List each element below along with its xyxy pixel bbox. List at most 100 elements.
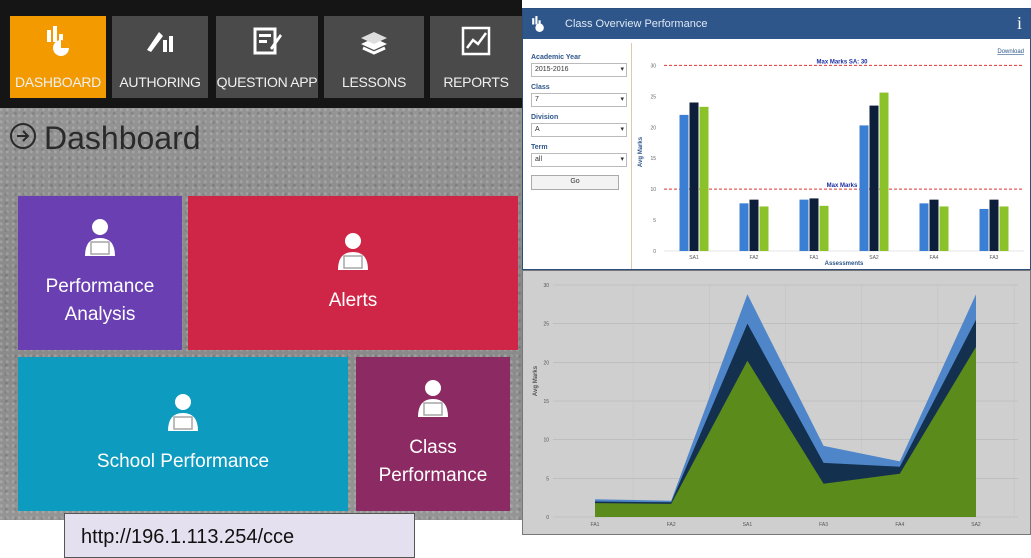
tile-class-performance[interactable]: Class Performance	[356, 357, 510, 511]
dropdown-arrow-icon: ▾	[620, 126, 624, 133]
nav-item-authoring[interactable]: AUTHORING	[112, 16, 208, 98]
y-tick-label: 0	[546, 515, 549, 521]
arrow-right-circle-icon[interactable]	[8, 121, 38, 156]
panel-title: Class Overview Performance	[565, 18, 708, 30]
y-tick-label: 15	[543, 399, 549, 405]
user-laptop-icon	[415, 379, 451, 424]
area-chart: 0 5 10 15 20 25 30 Avg Marks FA1 FA2 SA1 FA3 FA4 SA2	[533, 283, 1018, 528]
url-text: http://196.1.113.254/cce	[81, 526, 295, 548]
bar	[989, 199, 999, 251]
bar	[999, 206, 1009, 251]
top-navigation: DASHBOARD AUTHORING QUESTION APP LESSONS…	[0, 0, 522, 108]
info-icon[interactable]: i	[1017, 13, 1022, 34]
url-caption: http://196.1.113.254/cce	[64, 513, 415, 558]
y-tick-label: 25	[650, 94, 656, 100]
nav-item-dashboard[interactable]: DASHBOARD	[10, 16, 106, 98]
bar-chart: Download 0 5 10 15 20 25 30 Avg Marks Assessments…	[638, 49, 1024, 267]
bar	[809, 198, 819, 251]
nav-item-label: LESSONS	[341, 74, 407, 90]
bar	[749, 199, 759, 251]
y-tick-label: 5	[653, 218, 656, 224]
filter-form: Academic Year 2015-2016 ▾ Class 7 ▾ Divi…	[531, 47, 627, 190]
x-tick-label: FA2	[750, 255, 759, 261]
filter-label: Division	[531, 114, 559, 121]
go-button[interactable]: Go	[531, 175, 619, 190]
y-axis-label: Avg Marks	[533, 365, 539, 396]
x-tick-label: FA3	[990, 255, 999, 261]
max-marks-label: Max Marks SA: 30	[816, 59, 868, 65]
nav-item-reports[interactable]: REPORTS	[430, 16, 522, 98]
dropdown-arrow-icon: ▾	[620, 66, 624, 73]
x-tick-label: SA1	[743, 522, 753, 528]
x-tick-label: FA1	[810, 255, 819, 261]
nav-item-label: DASHBOARD	[15, 74, 101, 90]
tile-performance-analysis[interactable]: Performance Analysis	[18, 196, 182, 350]
x-tick-label: FA2	[667, 522, 676, 528]
academic-year-select[interactable]: 2015-2016 ▾	[531, 63, 627, 77]
bar	[759, 206, 769, 251]
y-tick-label: 10	[543, 438, 549, 444]
y-tick-label: 20	[543, 360, 549, 366]
y-tick-label: 25	[543, 322, 549, 328]
nav-item-label: REPORTS	[443, 74, 509, 90]
area-chart-panel: 0 5 10 15 20 25 30 Avg Marks FA1 FA2 SA1 FA3 FA4 SA2	[522, 270, 1031, 535]
select-value: all	[535, 156, 543, 163]
x-tick-label: SA2	[971, 522, 981, 528]
page-title: Dashboard	[44, 119, 201, 156]
bar	[819, 205, 829, 251]
filter-label: Term	[531, 144, 548, 151]
tile-school-performance[interactable]: School Performance	[18, 357, 348, 511]
division-select[interactable]: A ▾	[531, 123, 627, 137]
bar	[739, 203, 749, 251]
bar	[799, 199, 809, 251]
class-overview-panel: Class Overview Performance i Academic Ye…	[522, 8, 1031, 270]
bar	[859, 125, 869, 251]
x-tick-label: SA2	[869, 255, 879, 261]
bar	[679, 114, 689, 251]
bar	[979, 208, 989, 251]
select-value: A	[535, 126, 540, 133]
dashboard-icon	[10, 16, 106, 66]
tile-alerts[interactable]: Alerts	[188, 196, 518, 350]
app-logo-icon	[529, 15, 547, 38]
max-marks-label: Max Marks	[827, 183, 858, 189]
y-tick-label: 30	[543, 283, 549, 289]
reports-icon	[430, 16, 522, 66]
x-tick-label: SA1	[689, 255, 699, 261]
user-laptop-icon	[82, 218, 118, 263]
nav-item-label: QUESTION APP	[216, 74, 318, 90]
x-tick-label: FA3	[819, 522, 828, 528]
nav-item-lessons[interactable]: LESSONS	[324, 16, 424, 98]
y-tick-label: 20	[650, 125, 656, 131]
authoring-icon	[112, 16, 208, 66]
tile-label: Alerts	[328, 289, 378, 311]
bar	[699, 106, 709, 251]
nav-item-label: AUTHORING	[119, 74, 201, 90]
bar	[929, 199, 939, 251]
tile-label: Class Performance	[378, 436, 488, 486]
x-axis-label: Assessments	[825, 261, 864, 267]
bar	[919, 203, 929, 251]
page-heading: Dashboard	[8, 116, 201, 160]
filter-label: Academic Year	[531, 54, 581, 61]
lessons-icon	[324, 16, 424, 66]
y-tick-label: 30	[650, 63, 656, 69]
panel-header: Class Overview Performance i	[523, 9, 1030, 39]
bar-chart-frame: Download 0 5 10 15 20 25 30 Avg Marks Assessments…	[631, 43, 1031, 269]
select-value: 7	[535, 96, 539, 103]
bar	[939, 206, 949, 251]
bar	[869, 105, 879, 251]
user-laptop-icon	[335, 232, 371, 277]
tile-label: School Performance	[96, 450, 270, 472]
y-tick-label: 10	[650, 187, 656, 193]
y-tick-label: 0	[653, 249, 656, 255]
term-select[interactable]: all ▾	[531, 153, 627, 167]
filter-label: Class	[531, 84, 550, 91]
x-tick-label: FA4	[895, 522, 904, 528]
dropdown-arrow-icon: ▾	[620, 156, 624, 163]
dropdown-arrow-icon: ▾	[620, 96, 624, 103]
nav-item-question-app[interactable]: QUESTION APP	[216, 16, 318, 98]
y-tick-label: 15	[650, 156, 656, 162]
x-tick-label: FA1	[591, 522, 600, 528]
class-select[interactable]: 7 ▾	[531, 93, 627, 107]
